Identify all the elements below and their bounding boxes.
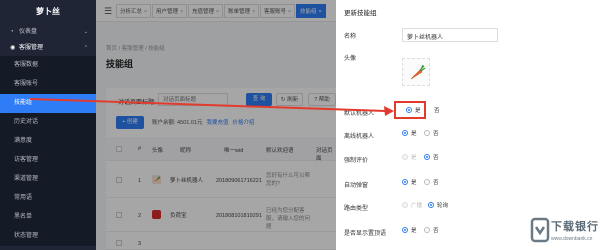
default-robot-label: 默认机器人 bbox=[344, 111, 375, 117]
sidebar-item-dashboard[interactable]: ◔ 仪表盘 ⌄ bbox=[0, 24, 96, 40]
drawer-title: 更新技能组 bbox=[344, 10, 377, 17]
name-field[interactable]: 萝卜丝机器人 bbox=[402, 28, 498, 42]
offline-robot-no[interactable]: 否 bbox=[424, 129, 439, 138]
show-top-no[interactable]: 否 bbox=[424, 226, 439, 235]
sidebar-item-service-management[interactable]: ◉ 客服管理 ⌃ bbox=[0, 40, 96, 56]
radio-checked-icon bbox=[402, 226, 408, 233]
route-round-robin[interactable]: 轮询 bbox=[428, 201, 449, 210]
radio-disabled-icon bbox=[402, 153, 408, 160]
sidebar: 萝卜丝 ◔ 仪表盘 ⌄ ◉ 客服管理 ⌃ 客服数据 客服账号 技能组 历史对话 满意… bbox=[0, 0, 96, 250]
radio-label: 否 bbox=[434, 108, 440, 114]
headset-icon: ◉ bbox=[10, 45, 16, 51]
radio-label: 是 bbox=[411, 131, 417, 137]
radio-checked-icon bbox=[402, 129, 408, 136]
radio-unchecked-icon bbox=[424, 226, 430, 233]
show-top-yes[interactable]: 是 bbox=[402, 226, 417, 235]
auto-popup-yes[interactable]: 是 bbox=[402, 178, 417, 187]
auto-popup-no[interactable]: 否 bbox=[424, 178, 439, 187]
radio-label: 否 bbox=[433, 228, 439, 234]
radio-unchecked-icon bbox=[424, 178, 430, 185]
forced-rating-yes[interactable]: 是 bbox=[402, 153, 417, 162]
app-logo: 萝卜丝 bbox=[36, 7, 60, 16]
sidebar-subitem-service-data[interactable]: 客服数据 bbox=[0, 56, 96, 75]
radio-label: 轮询 bbox=[437, 203, 449, 209]
show-top-label: 是否显示置顶语 bbox=[344, 231, 387, 237]
offline-robot-yes[interactable]: 是 bbox=[402, 129, 417, 138]
name-label: 名称 bbox=[344, 34, 357, 40]
sidebar-subitem-skill-group[interactable]: 技能组 bbox=[0, 94, 96, 113]
forced-rating-no[interactable]: 否 bbox=[424, 153, 439, 162]
radio-unchecked-icon bbox=[424, 129, 430, 136]
sidebar-subitem-blacklist[interactable]: 黑名单 bbox=[0, 208, 96, 227]
sidebar-item-label: 仪表盘 bbox=[19, 29, 38, 35]
sidebar-subitem-satisfaction[interactable]: 满意度 bbox=[0, 132, 96, 151]
sidebar-item-label: 客服管理 bbox=[19, 45, 44, 51]
avatar-label: 头像 bbox=[344, 56, 357, 62]
highlight-box bbox=[394, 101, 426, 119]
sidebar-subitem-phrases[interactable]: 常用语 bbox=[0, 189, 96, 208]
dashboard-icon: ◔ bbox=[10, 29, 14, 35]
watermark-title: 下载银行 bbox=[551, 221, 599, 233]
radio-label: 是 bbox=[411, 228, 417, 234]
avatar-upload[interactable] bbox=[402, 58, 430, 86]
radio-checked-icon bbox=[402, 178, 408, 185]
route-broadcast[interactable]: 广播 bbox=[402, 201, 423, 210]
radio-label: 否 bbox=[433, 180, 439, 186]
sidebar-subitem-history[interactable]: 历史对话 bbox=[0, 113, 96, 132]
forced-rating-label: 强制评价 bbox=[344, 158, 369, 164]
modal-overlay[interactable] bbox=[96, 0, 336, 250]
sidebar-subitem-status[interactable]: 状态管理 bbox=[0, 227, 96, 246]
sidebar-subitem-service-accounts[interactable]: 客服账号 bbox=[0, 75, 96, 94]
sidebar-subitem-visitors[interactable]: 访客管理 bbox=[0, 151, 96, 170]
route-type-label: 路由类型 bbox=[344, 206, 369, 212]
radio-label: 否 bbox=[433, 155, 439, 161]
radio-checked-icon bbox=[424, 153, 430, 160]
radio-label: 是 bbox=[411, 155, 417, 161]
carrot-icon bbox=[410, 64, 426, 80]
watermark-url: www.downbank.cn bbox=[551, 236, 593, 242]
sidebar-subitem-channels[interactable]: 渠道管理 bbox=[0, 170, 96, 189]
radio-checked-icon bbox=[428, 201, 434, 208]
offline-robot-label: 离线机器人 bbox=[344, 134, 375, 140]
chevron-up-icon: ⌃ bbox=[83, 45, 88, 51]
auto-popup-label: 自动弹窗 bbox=[344, 183, 369, 189]
radio-label: 否 bbox=[433, 131, 439, 137]
radio-label: 是 bbox=[411, 180, 417, 186]
default-robot-no[interactable]: 否 bbox=[434, 107, 440, 115]
radio-label: 广播 bbox=[411, 203, 423, 209]
radio-disabled-icon bbox=[402, 201, 408, 208]
chevron-down-icon: ⌄ bbox=[83, 29, 88, 35]
